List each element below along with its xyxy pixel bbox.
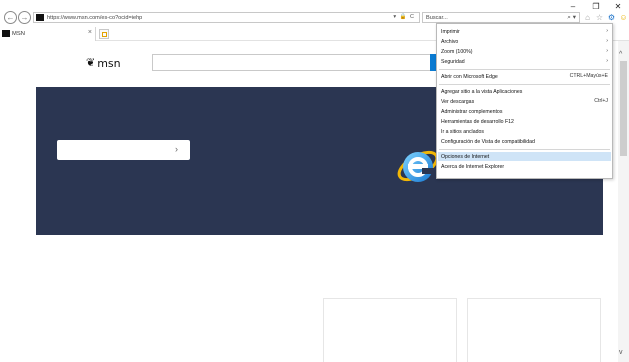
menu-item-label: Zoom (100%) [441,48,473,55]
scroll-up-icon[interactable]: ^ [619,51,622,58]
internet-explorer-logo-icon [397,150,439,182]
hero-input-field[interactable]: › [57,140,190,160]
menu-item-imprimir[interactable]: Imprimir › [438,27,611,36]
msn-search-input[interactable] [152,54,434,71]
tab-msn[interactable]: MSN × [0,27,96,41]
menu-divider [439,69,610,70]
chevron-right-icon: › [606,38,608,44]
menu-item-archivo[interactable]: Archivo › [438,37,611,46]
address-tools[interactable]: ▾ 🔒 C [393,14,415,20]
butterfly-icon: ❦ [86,57,96,69]
msn-favicon-icon [2,30,10,37]
close-window-button[interactable]: ✕ [612,2,624,11]
menu-item-label: Ir a sitios anclados [441,128,484,135]
close-tab-icon[interactable]: × [88,29,92,36]
back-arrow-icon: ← [6,12,15,22]
star-icon[interactable]: ☆ [595,13,604,22]
menu-item-label: Imprimir [441,28,460,35]
menu-item-label: Archivo [441,38,459,45]
back-button[interactable]: ← [4,11,17,24]
address-bar[interactable]: https://www.msn.com/es-co?ocid=iehp ▾ 🔒 … [33,12,420,23]
maximize-button[interactable]: ❐ [590,2,602,11]
menu-shortcut: Ctrl+J [594,98,608,104]
menu-divider [439,84,610,85]
menu-item-label: Ver descargas [441,98,475,105]
minimize-button[interactable]: – [567,2,579,11]
search-placeholder: Buscar... [426,14,448,21]
menu-shortcut: CTRL+Mayús+E [569,73,608,79]
smiley-icon[interactable]: ☺ [619,13,628,22]
url-text: https://www.msn.com/es-co?ocid=iehp [47,14,143,21]
menu-item-label: Herramientas de desarrollo F12 [441,118,514,125]
msn-logo[interactable]: ❦ msn [86,57,121,70]
menu-item-zoom[interactable]: Zoom (100%) › [438,47,611,56]
menu-item-internet-options[interactable]: Opciones de Internet [438,152,611,161]
menu-divider [439,149,610,150]
browser-toolbar: ⌂ ☆ ⚙ ☺ [583,13,628,22]
menu-item-dev-tools[interactable]: Herramientas de desarrollo F12 [438,117,611,126]
home-icon[interactable]: ⌂ [583,13,592,22]
menu-item-label: Abrir con Microsoft Edge [441,73,498,80]
gear-icon[interactable]: ⚙ [607,13,616,22]
menu-item-seguridad[interactable]: Seguridad › [438,57,611,66]
menu-item-add-site-apps[interactable]: Agregar sitio a la vista Aplicaciones [438,87,611,96]
search-icon[interactable]: ⌕ ▾ [567,13,576,22]
tab-title: MSN [12,31,25,37]
menu-item-label: Opciones de Internet [441,153,490,160]
new-tab-icon [102,32,107,37]
menu-item-about-ie[interactable]: Acerca de Internet Explorer [438,162,611,171]
menu-item-downloads[interactable]: Ver descargas Ctrl+J [438,97,611,106]
menu-item-label: Administrar complementos [441,108,503,115]
tools-menu: Imprimir › Archivo › Zoom (100%) › Segurida… [436,23,613,179]
scroll-down-icon[interactable]: v [619,349,623,356]
forward-arrow-icon: → [20,12,29,22]
chevron-right-icon: › [606,58,608,64]
vertical-scrollbar[interactable]: ^ v [618,41,629,362]
chevron-right-icon[interactable]: › [175,144,178,154]
new-tab-button[interactable] [99,29,109,39]
scrollbar-thumb[interactable] [620,61,627,156]
chevron-right-icon: › [606,28,608,34]
search-input[interactable]: Buscar... ⌕ ▾ [422,12,580,23]
menu-item-manage-addons[interactable]: Administrar complementos [438,107,611,116]
menu-item-label: Agregar sitio a la vista Aplicaciones [441,88,523,95]
menu-item-compat-view[interactable]: Configuración de Vista de compatibilidad [438,137,611,146]
news-card[interactable] [467,298,601,362]
menu-item-pinned-sites[interactable]: Ir a sitios anclados [438,127,611,136]
forward-button[interactable]: → [18,11,31,24]
menu-item-label: Configuración de Vista de compatibilidad [441,138,535,145]
chevron-right-icon: › [606,48,608,54]
news-card[interactable] [323,298,457,362]
menu-item-label: Seguridad [441,58,465,65]
menu-item-label: Acerca de Internet Explorer [441,163,505,170]
menu-item-open-edge[interactable]: Abrir con Microsoft Edge CTRL+Mayús+E [438,72,611,81]
msn-favicon-icon [36,14,44,21]
msn-logo-text: msn [97,57,121,70]
